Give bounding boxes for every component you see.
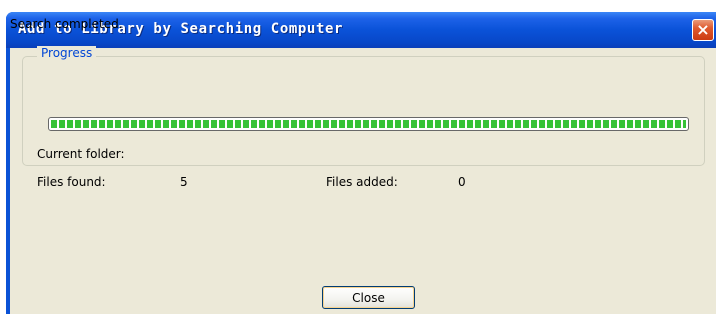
current-folder-label: Current folder: (37, 147, 125, 161)
search-status-text: Search completed. (10, 17, 123, 31)
files-found-label: Files found: (37, 175, 106, 189)
files-added-label: Files added: (326, 175, 398, 189)
progress-group-label: Progress (37, 46, 97, 60)
close-icon: × (696, 20, 710, 39)
close-window-button[interactable]: × (692, 19, 714, 41)
progress-bar (48, 117, 689, 131)
files-found-value: 5 (180, 175, 188, 189)
files-added-value: 0 (458, 175, 466, 189)
close-button[interactable]: Close (322, 286, 415, 309)
progress-bar-fill (51, 120, 686, 128)
